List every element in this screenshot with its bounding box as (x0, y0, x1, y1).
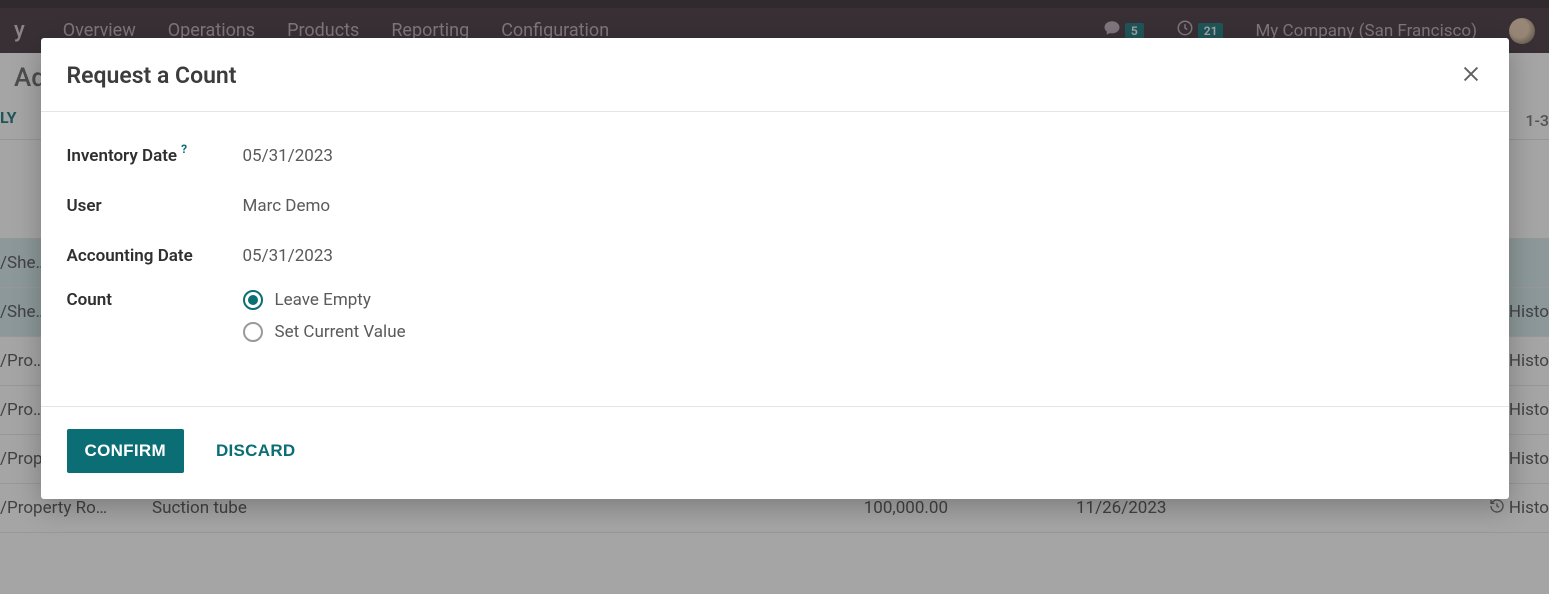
radio-icon (243, 290, 263, 310)
field-count: Count Leave Empty Set Current Value (67, 290, 1483, 342)
accounting-date-value[interactable]: 05/31/2023 (243, 246, 333, 266)
radio-label: Set Current Value (275, 322, 406, 342)
discard-button[interactable]: DISCARD (212, 429, 300, 473)
field-accounting-date: Accounting Date 05/31/2023 (67, 240, 1483, 272)
help-icon[interactable]: ? (181, 142, 187, 156)
request-count-modal: Request a Count Inventory Date ? 05/31/2… (41, 38, 1509, 499)
accounting-date-label: Accounting Date (67, 246, 243, 266)
user-value[interactable]: Marc Demo (243, 196, 331, 216)
confirm-button[interactable]: CONFIRM (67, 429, 184, 473)
radio-leave-empty[interactable]: Leave Empty (243, 290, 406, 310)
modal-body: Inventory Date ? 05/31/2023 User Marc De… (41, 112, 1509, 406)
user-label: User (67, 196, 243, 216)
close-icon (1460, 63, 1482, 89)
field-inventory-date: Inventory Date ? 05/31/2023 (67, 140, 1483, 172)
modal-title: Request a Count (67, 62, 237, 89)
inventory-date-label: Inventory Date ? (67, 146, 243, 166)
radio-icon (243, 322, 263, 342)
modal-overlay: Request a Count Inventory Date ? 05/31/2… (0, 0, 1549, 594)
modal-footer: CONFIRM DISCARD (41, 406, 1509, 499)
label-text: Inventory Date (67, 146, 178, 166)
count-radio-group: Leave Empty Set Current Value (243, 290, 406, 342)
field-user: User Marc Demo (67, 190, 1483, 222)
count-label: Count (67, 290, 243, 310)
radio-label: Leave Empty (275, 290, 371, 310)
close-button[interactable] (1459, 64, 1483, 88)
inventory-date-value[interactable]: 05/31/2023 (243, 146, 333, 166)
radio-set-current-value[interactable]: Set Current Value (243, 322, 406, 342)
modal-header: Request a Count (41, 38, 1509, 112)
